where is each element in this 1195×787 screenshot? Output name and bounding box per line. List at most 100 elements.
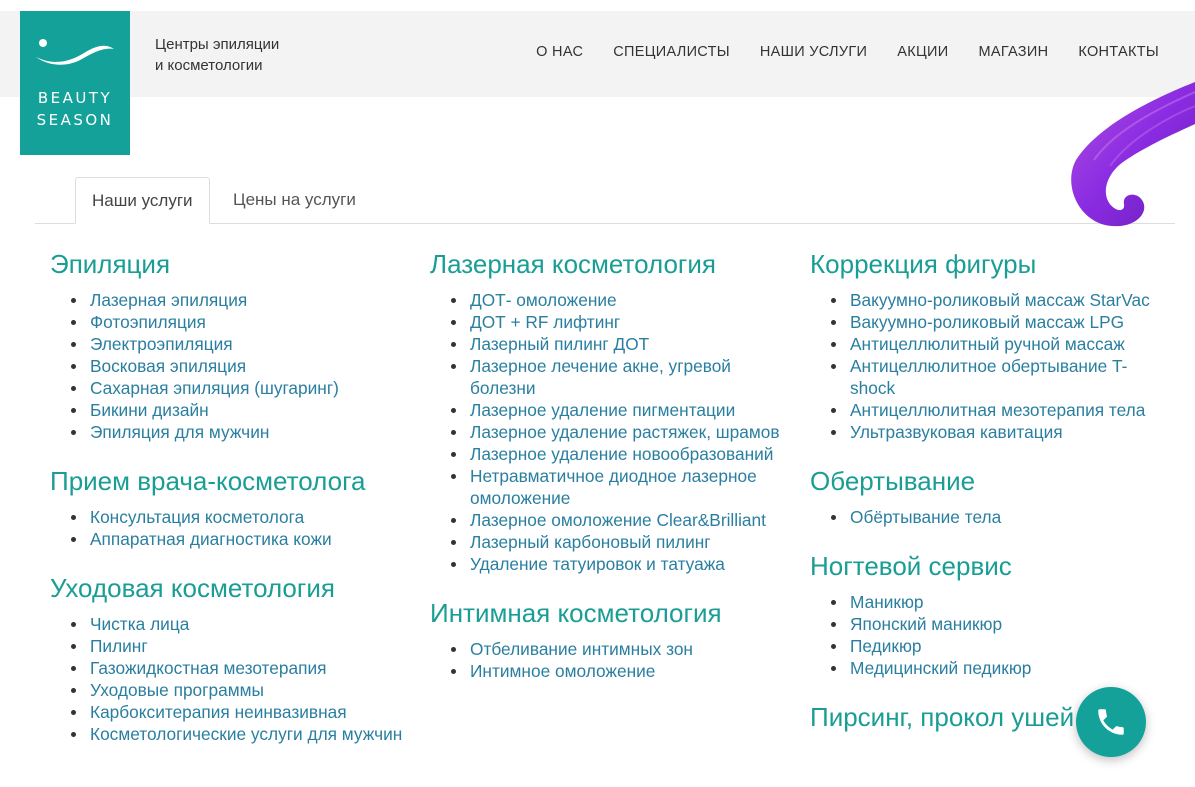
- service-item: Косметологические услуги для мужчин: [50, 723, 410, 745]
- service-link[interactable]: Сахарная эпиляция (шугаринг): [90, 378, 339, 398]
- service-link[interactable]: Маникюр: [850, 592, 924, 612]
- service-link[interactable]: Медицинский педикюр: [850, 658, 1031, 678]
- logo-text-season: SEASON: [36, 111, 114, 129]
- nav-shop[interactable]: МАГАЗИН: [978, 44, 1048, 60]
- service-tabs: Наши услуги Цены на услуги: [35, 177, 1175, 224]
- service-link[interactable]: Антицеллюлитный ручной массаж: [850, 334, 1125, 354]
- service-link[interactable]: Нетравматичное диодное лазерное омоложен…: [470, 466, 757, 508]
- tagline-line-1: Центры эпиляции: [155, 36, 280, 53]
- service-item: Чистка лица: [50, 613, 410, 635]
- tab-prices[interactable]: Цены на услуги: [217, 177, 372, 224]
- phone-icon: [1098, 709, 1124, 735]
- service-link[interactable]: Антицеллюлитное обертывание T-shock: [850, 356, 1127, 398]
- service-item: Лазерное удаление пигментации: [430, 399, 790, 421]
- category-epilation: Эпиляция Лазерная эпиляция Фотоэпиляция …: [50, 248, 410, 443]
- service-item: Антицеллюлитная мезотерапия тела: [810, 399, 1170, 421]
- service-item: Антицеллюлитный ручной массаж: [810, 333, 1170, 355]
- service-link[interactable]: Японский маникюр: [850, 614, 1002, 634]
- service-item: ДОТ + RF лифтинг: [430, 311, 790, 333]
- nav-promotions[interactable]: АКЦИИ: [897, 44, 948, 60]
- service-link[interactable]: Лазерное омоложение Clear&Brilliant: [470, 510, 766, 530]
- service-link[interactable]: Отбеливание интимных зон: [470, 639, 693, 659]
- service-item: Бикини дизайн: [50, 399, 410, 421]
- service-item: Газожидкостная мезотерапия: [50, 657, 410, 679]
- service-item: Лазерное омоложение Clear&Brilliant: [430, 509, 790, 531]
- service-link[interactable]: Эпиляция для мужчин: [90, 422, 269, 442]
- category-intimate-cosmetology: Интимная косметология Отбеливание интимн…: [430, 597, 790, 682]
- service-link[interactable]: Чистка лица: [90, 614, 189, 634]
- service-link[interactable]: Фотоэпиляция: [90, 312, 206, 332]
- category-wrapping: Обертывание Обёртывание тела: [810, 465, 1170, 528]
- service-link[interactable]: Электроэпиляция: [90, 334, 233, 354]
- nav-services[interactable]: НАШИ УСЛУГИ: [760, 44, 867, 60]
- purple-swirl-decoration: [1071, 82, 1195, 227]
- service-link[interactable]: Косметологические услуги для мужчин: [90, 724, 402, 744]
- tagline: Центры эпиляции и косметологии: [155, 34, 279, 76]
- category-title[interactable]: Лазерная косметология: [430, 248, 790, 280]
- service-item: Обёртывание тела: [810, 506, 1170, 528]
- service-link[interactable]: Лазерный пилинг ДОТ: [470, 334, 649, 354]
- service-item: Нетравматичное диодное лазерное омоложен…: [430, 465, 790, 509]
- service-link[interactable]: Ультразвуковая кавитация: [850, 422, 1063, 442]
- main-nav: О НАС СПЕЦИАЛИСТЫ НАШИ УСЛУГИ АКЦИИ МАГА…: [536, 44, 1159, 60]
- service-link[interactable]: Лазерное лечение акне, угревой болезни: [470, 356, 731, 398]
- service-link[interactable]: Аппаратная диагностика кожи: [90, 529, 332, 549]
- service-item: Педикюр: [810, 635, 1170, 657]
- service-item: Эпиляция для мужчин: [50, 421, 410, 443]
- service-item: Аппаратная диагностика кожи: [50, 528, 410, 550]
- service-link[interactable]: Лазерный карбоновый пилинг: [470, 532, 711, 552]
- service-item: Ультразвуковая кавитация: [810, 421, 1170, 443]
- service-item: Восковая эпиляция: [50, 355, 410, 377]
- service-link[interactable]: ДОТ + RF лифтинг: [470, 312, 620, 332]
- service-link[interactable]: Пилинг: [90, 636, 148, 656]
- service-link[interactable]: Лазерное удаление пигментации: [470, 400, 735, 420]
- category-title[interactable]: Обертывание: [810, 465, 1170, 497]
- service-link[interactable]: Консультация косметолога: [90, 507, 304, 527]
- category-title[interactable]: Прием врача-косметолога: [50, 465, 410, 497]
- service-link[interactable]: Лазерное удаление растяжек, шрамов: [470, 422, 780, 442]
- tab-our-services[interactable]: Наши услуги: [75, 177, 210, 224]
- service-link[interactable]: Обёртывание тела: [850, 507, 1001, 527]
- service-item: Лазерный пилинг ДОТ: [430, 333, 790, 355]
- category-title[interactable]: Эпиляция: [50, 248, 410, 280]
- service-item: Японский маникюр: [810, 613, 1170, 635]
- service-item: ДОТ- омоложение: [430, 289, 790, 311]
- service-item: Лазерный карбоновый пилинг: [430, 531, 790, 553]
- service-link[interactable]: Восковая эпиляция: [90, 356, 246, 376]
- services-column-2: Лазерная косметология ДОТ- омоложение ДО…: [430, 248, 790, 704]
- service-link[interactable]: Карбокситерапия неинвазивная: [90, 702, 347, 722]
- service-item: Медицинский педикюр: [810, 657, 1170, 679]
- category-title[interactable]: Ногтевой сервис: [810, 550, 1170, 582]
- category-title[interactable]: Коррекция фигуры: [810, 248, 1170, 280]
- services-column-1: Эпиляция Лазерная эпиляция Фотоэпиляция …: [50, 248, 410, 767]
- category-laser-cosmetology: Лазерная косметология ДОТ- омоложение ДО…: [430, 248, 790, 575]
- service-link[interactable]: Антицеллюлитная мезотерапия тела: [850, 400, 1145, 420]
- nav-specialists[interactable]: СПЕЦИАЛИСТЫ: [613, 44, 730, 60]
- service-item: Уходовые программы: [50, 679, 410, 701]
- service-item: Лазерное удаление новообразований: [430, 443, 790, 465]
- service-link[interactable]: Газожидкостная мезотерапия: [90, 658, 326, 678]
- service-link[interactable]: Вакуумно-роликовый массаж LPG: [850, 312, 1124, 332]
- nav-contacts[interactable]: КОНТАКТЫ: [1078, 44, 1159, 60]
- service-link[interactable]: Интимное омоложение: [470, 661, 655, 681]
- service-link[interactable]: Лазерная эпиляция: [90, 290, 247, 310]
- call-button[interactable]: [1076, 687, 1146, 757]
- nav-about[interactable]: О НАС: [536, 44, 583, 60]
- services-column-3: Коррекция фигуры Вакуумно-роликовый масс…: [810, 248, 1170, 755]
- service-link[interactable]: Удаление татуировок и татуажа: [470, 554, 725, 574]
- category-title[interactable]: Интимная косметология: [430, 597, 790, 629]
- service-link[interactable]: ДОТ- омоложение: [470, 290, 617, 310]
- brand-logo[interactable]: BEAUTY SEASON: [20, 11, 130, 155]
- service-link[interactable]: Вакуумно-роликовый массаж StarVac: [850, 290, 1150, 310]
- service-link[interactable]: Бикини дизайн: [90, 400, 209, 420]
- category-title[interactable]: Уходовая косметология: [50, 572, 410, 604]
- service-item: Вакуумно-роликовый массаж LPG: [810, 311, 1170, 333]
- service-link[interactable]: Лазерное удаление новообразований: [470, 444, 773, 464]
- service-item: Вакуумно-роликовый массаж StarVac: [810, 289, 1170, 311]
- service-item: Антицеллюлитное обертывание T-shock: [810, 355, 1170, 399]
- service-item: Консультация косметолога: [50, 506, 410, 528]
- service-link[interactable]: Педикюр: [850, 636, 922, 656]
- service-item: Карбокситерапия неинвазивная: [50, 701, 410, 723]
- service-link[interactable]: Уходовые программы: [90, 680, 264, 700]
- service-item: Лазерное лечение акне, угревой болезни: [430, 355, 790, 399]
